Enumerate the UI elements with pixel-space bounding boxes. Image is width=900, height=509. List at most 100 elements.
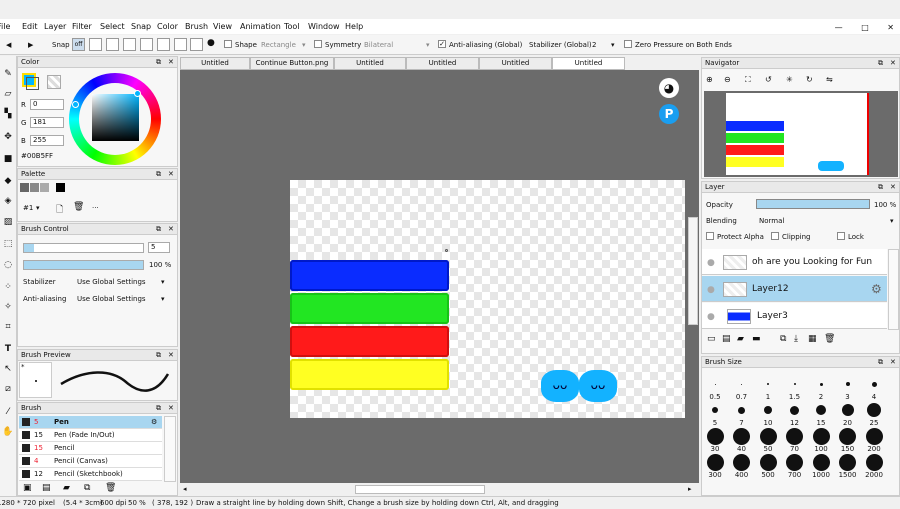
b-input[interactable]: 255 bbox=[30, 135, 64, 146]
brush-size-option[interactable] bbox=[706, 453, 724, 471]
layer-row[interactable]: ● Layer3 bbox=[702, 303, 887, 329]
brush-size-option[interactable] bbox=[764, 406, 772, 414]
brush-size-slider[interactable] bbox=[23, 243, 144, 253]
text-tool-icon[interactable]: T bbox=[2, 343, 14, 355]
brush-item-pencil[interactable]: 15 Pencil bbox=[19, 442, 162, 455]
menu-select[interactable]: Select bbox=[100, 22, 125, 31]
antialias-select[interactable]: Use Global Settings bbox=[77, 295, 146, 303]
tab-untitled-3[interactable]: Untitled bbox=[406, 57, 479, 70]
brush-size-option[interactable] bbox=[741, 383, 742, 385]
snap-settings-icon[interactable] bbox=[190, 38, 203, 51]
zero-pressure-checkbox[interactable] bbox=[624, 40, 632, 48]
brush-size-option[interactable] bbox=[819, 382, 823, 386]
flip-icon[interactable]: ⇋ bbox=[826, 75, 833, 84]
rotate-right-icon[interactable]: ↻ bbox=[806, 75, 813, 84]
delete-brush-icon[interactable]: 🗑 bbox=[105, 483, 116, 493]
saturation-value-box[interactable] bbox=[92, 94, 139, 141]
brush-size-option[interactable] bbox=[871, 381, 877, 387]
brush-item-pen-fade[interactable]: 15 Pen (Fade In/Out) bbox=[19, 429, 162, 442]
brush-size-option[interactable] bbox=[812, 427, 830, 445]
menu-layer[interactable]: Layer bbox=[44, 22, 66, 31]
g-input[interactable]: 181 bbox=[30, 117, 64, 128]
snap-parallel-icon[interactable] bbox=[89, 38, 102, 51]
brush-size-option[interactable] bbox=[786, 427, 803, 445]
panel-float-icon[interactable]: ⧉ bbox=[156, 169, 161, 180]
tab-untitled-1[interactable]: Untitled bbox=[180, 57, 250, 70]
layer-scrollbar[interactable] bbox=[888, 249, 899, 330]
divide-tool-icon[interactable]: ⧄ bbox=[2, 383, 14, 395]
menu-color[interactable]: Color bbox=[157, 22, 178, 31]
brush-size-option[interactable] bbox=[865, 453, 883, 471]
snap-off-button[interactable]: off bbox=[72, 38, 85, 51]
panel-close-icon[interactable]: ✕ bbox=[890, 58, 896, 69]
stabilizer-value[interactable]: 2 bbox=[592, 41, 596, 49]
panel-float-icon[interactable]: ⧉ bbox=[156, 403, 161, 414]
duplicate-brush-icon[interactable]: ⧉ bbox=[84, 483, 90, 493]
hue-handle[interactable] bbox=[72, 101, 79, 108]
lasso-tool-icon[interactable]: ◌ bbox=[2, 259, 14, 271]
rect-tool-icon[interactable]: ■ bbox=[2, 153, 14, 165]
sv-handle[interactable] bbox=[134, 90, 141, 97]
prev-icon[interactable]: ◀ bbox=[6, 41, 11, 49]
snap-concentric-icon[interactable] bbox=[140, 38, 153, 51]
brush-size-option[interactable] bbox=[867, 403, 881, 417]
blending-dropdown-icon[interactable]: ▾ bbox=[890, 217, 894, 225]
gear-icon[interactable]: ⚙ bbox=[871, 282, 882, 296]
menu-edit[interactable]: Edit bbox=[22, 22, 38, 31]
canvas-viewport[interactable]: ◕ P ᴗᴗ ᴗᴗ bbox=[180, 70, 699, 483]
new-folder-icon[interactable]: ▰ bbox=[737, 334, 744, 344]
menu-snap[interactable]: Snap bbox=[131, 22, 151, 31]
panel-close-icon[interactable]: ✕ bbox=[890, 182, 896, 193]
fill-tool-icon[interactable]: ◈ bbox=[2, 195, 14, 207]
delete-palette-icon[interactable]: 🗑 bbox=[73, 202, 84, 212]
save-brush-icon[interactable]: ▣ bbox=[23, 483, 32, 493]
avatar[interactable]: ◕ bbox=[659, 78, 679, 98]
dot-icon[interactable]: ● bbox=[207, 38, 215, 48]
menu-tool[interactable]: Tool bbox=[284, 22, 300, 31]
zoom-in-icon[interactable]: ⊕ bbox=[706, 75, 713, 84]
layer-row[interactable]: ● oh are you Looking for Fun bbox=[702, 249, 887, 275]
brush-list-scrollbar[interactable] bbox=[164, 416, 176, 482]
brush-size-option[interactable] bbox=[839, 427, 856, 445]
panel-close-icon[interactable]: ✕ bbox=[168, 169, 174, 180]
panel-float-icon[interactable]: ⧉ bbox=[156, 57, 161, 68]
pen-tool-icon[interactable]: ✎ bbox=[2, 68, 14, 80]
menu-help[interactable]: Help bbox=[345, 22, 363, 31]
secondary-color-swatch[interactable] bbox=[26, 77, 39, 90]
brush-size-option[interactable] bbox=[759, 453, 777, 471]
brush-size-option[interactable] bbox=[767, 383, 769, 385]
menu-animation[interactable]: Animation bbox=[240, 22, 281, 31]
eyedropper-icon[interactable]: ⁄ bbox=[2, 406, 14, 418]
hand-tool-icon[interactable]: ✋ bbox=[2, 426, 14, 438]
layer-opacity-slider[interactable] bbox=[756, 199, 870, 209]
gradient-tool-icon[interactable]: ▨ bbox=[2, 216, 14, 228]
brush-shape-icon[interactable]: ◆ bbox=[2, 175, 14, 187]
new-palette-icon[interactable]: 🗋 bbox=[56, 202, 63, 218]
tab-untitled-4[interactable]: Untitled bbox=[479, 57, 552, 70]
brush-item-pen[interactable]: 5 Pen ⚙ bbox=[19, 416, 162, 429]
brush-size-option[interactable] bbox=[865, 427, 883, 445]
snap-crisscross-icon[interactable] bbox=[106, 38, 119, 51]
select-rect-icon[interactable]: ⬚ bbox=[2, 238, 14, 250]
palette-swatch[interactable] bbox=[56, 183, 65, 192]
eraser-tool-icon[interactable]: ▱ bbox=[2, 88, 14, 100]
symmetry-select[interactable]: Bilateral bbox=[364, 41, 393, 49]
brush-size-option[interactable] bbox=[816, 405, 826, 415]
palette-more-button[interactable]: ··· bbox=[92, 204, 99, 212]
brush-size-input[interactable]: 5 bbox=[148, 242, 170, 253]
new-folder-alt-icon[interactable]: ▬ bbox=[752, 334, 761, 344]
r-input[interactable]: 0 bbox=[30, 99, 64, 110]
magic-wand-icon[interactable]: ✧ bbox=[2, 301, 14, 313]
reset-rotation-icon[interactable]: ✳ bbox=[786, 75, 793, 84]
horizontal-scrollbar-thumb[interactable] bbox=[355, 485, 485, 494]
zoom-out-icon[interactable]: ⊖ bbox=[724, 75, 731, 84]
panel-float-icon[interactable]: ⧉ bbox=[878, 357, 883, 368]
menu-brush[interactable]: Brush bbox=[185, 22, 208, 31]
transparent-color-swatch[interactable] bbox=[47, 75, 61, 89]
protect-alpha-checkbox[interactable] bbox=[706, 232, 714, 240]
shape-dropdown-icon[interactable]: ▾ bbox=[302, 41, 306, 49]
stabilizer-select[interactable]: Use Global Settings bbox=[77, 278, 146, 286]
brush-item-pencil-sketchbook[interactable]: 12 Pencil (Sketchbook) bbox=[19, 468, 162, 481]
vertical-scrollbar[interactable] bbox=[688, 217, 698, 325]
brush-size-option[interactable] bbox=[759, 427, 777, 445]
